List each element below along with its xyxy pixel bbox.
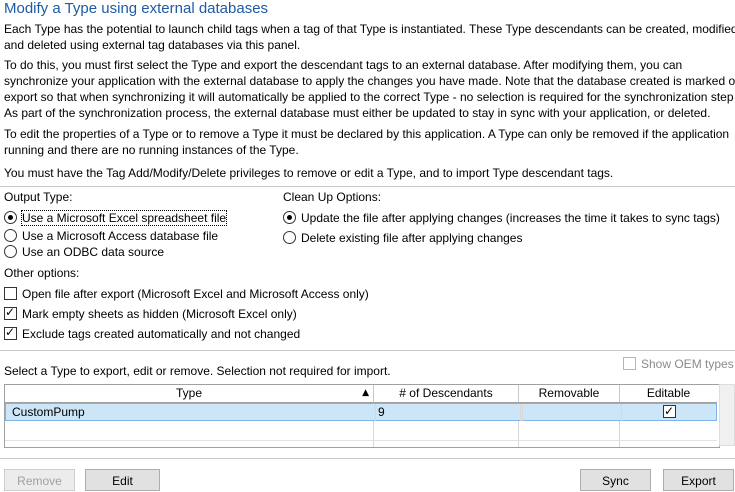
radio-label: Use an ODBC data source — [22, 245, 165, 259]
edit-button[interactable]: Edit — [85, 469, 160, 491]
cell-type: CustomPump — [12, 405, 85, 419]
checkbox-label: Mark empty sheets as hidden (Microsoft E… — [22, 307, 297, 321]
text-line: synchronize your application with the ex… — [4, 74, 735, 88]
checkbox-label: Open file after export (Microsoft Excel … — [22, 287, 369, 301]
radio-selected-icon — [283, 211, 296, 225]
checkbox-checked-icon — [4, 325, 17, 341]
radio-icon — [4, 245, 17, 259]
cell-editable — [621, 403, 717, 421]
export-button[interactable]: Export — [663, 469, 734, 491]
radio-label: Delete existing file after applying chan… — [301, 231, 523, 245]
checkbox-label: Show OEM types — [641, 357, 734, 371]
text-line: running and there are no running instanc… — [4, 143, 299, 157]
open-file-checkbox[interactable]: Open file after export (Microsoft Excel … — [4, 287, 369, 301]
text-line: export so that when synchronizing it wil… — [4, 90, 734, 104]
divider — [0, 458, 735, 459]
column-header-type[interactable]: Type ▲ — [5, 385, 374, 403]
output-excel-radio[interactable]: Use a Microsoft Excel spreadsheet file — [4, 210, 228, 226]
exclude-tags-checkbox[interactable]: Exclude tags created automatically and n… — [4, 325, 301, 341]
checkbox-checked-icon — [663, 403, 676, 420]
output-odbc-radio[interactable]: Use an ODBC data source — [4, 245, 164, 259]
intro-paragraph: Each Type has the potential to launch ch… — [4, 21, 735, 53]
output-type-label: Output Type: — [4, 190, 73, 204]
radio-label: Update the file after applying changes (… — [301, 211, 720, 225]
column-divider — [373, 421, 374, 447]
page-title: Modify a Type using external databases — [4, 0, 269, 17]
text-line: You must have the Tag Add/Modify/Delete … — [4, 166, 614, 180]
cell-removable — [520, 404, 622, 421]
checkbox-icon — [623, 357, 636, 371]
cell-descendants: 9 — [375, 404, 523, 421]
privileges-paragraph: You must have the Tag Add/Modify/Delete … — [4, 165, 735, 181]
column-divider — [619, 421, 620, 447]
column-divider — [518, 421, 519, 447]
checkbox-checked-icon — [4, 305, 17, 321]
mark-hidden-checkbox[interactable]: Mark empty sheets as hidden (Microsoft E… — [4, 305, 297, 321]
column-header-removable[interactable]: Removable — [519, 385, 620, 403]
cleanup-label: Clean Up Options: — [283, 190, 382, 204]
radio-icon — [4, 229, 17, 243]
text-line: Each Type has the potential to launch ch… — [4, 22, 735, 36]
show-oem-checkbox[interactable]: Show OEM types — [623, 357, 734, 371]
cleanup-update-radio[interactable]: Update the file after applying changes (… — [283, 211, 720, 225]
divider — [0, 350, 735, 351]
checkbox-icon — [4, 287, 17, 301]
checkbox-label: Exclude tags created automatically and n… — [22, 327, 301, 341]
grid-scrollbar[interactable] — [719, 384, 735, 446]
cleanup-delete-radio[interactable]: Delete existing file after applying chan… — [283, 231, 522, 245]
radio-label: Use a Microsoft Excel spreadsheet file — [20, 210, 228, 226]
column-header-descendants[interactable]: # of Descendants — [374, 385, 519, 403]
types-grid[interactable]: Type ▲ # of Descendants Removable Editab… — [4, 384, 720, 448]
remove-button[interactable]: Remove — [4, 469, 75, 491]
radio-label: Use a Microsoft Access database file — [22, 229, 219, 243]
divider — [0, 186, 735, 187]
sort-up-icon: ▲ — [362, 388, 369, 398]
text-line: As part of the synchronization process, … — [4, 106, 711, 120]
column-header-editable[interactable]: Editable — [620, 385, 717, 403]
radio-icon — [283, 231, 296, 245]
text-line: and deleted using external tag databases… — [4, 38, 301, 52]
select-hint: Select a Type to export, edit or remove.… — [4, 364, 391, 378]
column-header-label: Type — [175, 386, 202, 400]
other-options-label: Other options: — [4, 266, 80, 280]
table-row-empty — [5, 422, 717, 441]
text-line: To do this, you must first select the Ty… — [4, 58, 683, 72]
text-line: To edit the properties of a Type or to r… — [4, 127, 730, 141]
sync-button[interactable]: Sync — [580, 469, 651, 491]
edit-paragraph: To edit the properties of a Type or to r… — [4, 126, 735, 158]
table-row[interactable]: CustomPump 9 — [5, 403, 717, 421]
instructions-paragraph: To do this, you must first select the Ty… — [4, 57, 735, 121]
radio-selected-icon — [4, 211, 17, 225]
output-access-radio[interactable]: Use a Microsoft Access database file — [4, 229, 218, 243]
